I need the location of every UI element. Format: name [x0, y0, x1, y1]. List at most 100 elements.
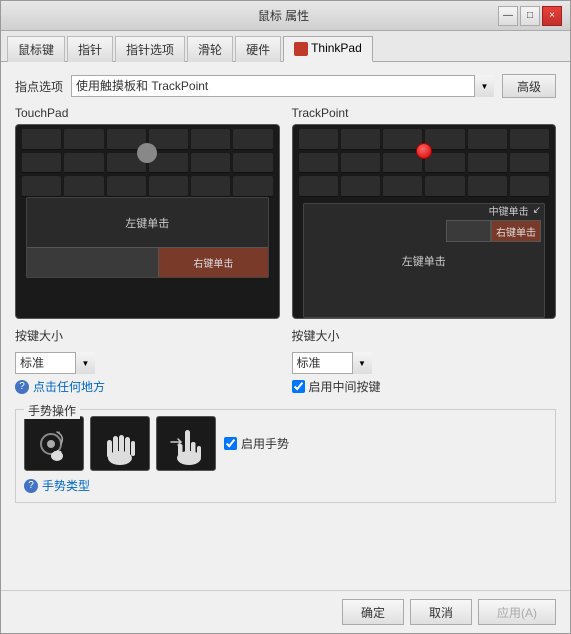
key [22, 176, 61, 197]
trackpoint-middle-area: 中键单击 ↙ 右键单击 [303, 197, 546, 252]
gesture-section-title: 手势操作 [24, 402, 80, 419]
key [299, 153, 338, 174]
enable-middle-checkbox[interactable] [292, 380, 305, 393]
touchpad-size-label: 按键大小 [15, 327, 63, 344]
trackpoint-size-label: 按键大小 [292, 327, 340, 344]
pointer-options-row: 指点选项 使用触摸板和 TrackPoint 仅使用触摸板 仅使用 TrackP… [15, 74, 556, 98]
middle-right-buttons: 中键单击 ↙ 右键单击 [446, 203, 541, 242]
apply-button[interactable]: 应用(A) [478, 599, 556, 625]
pointer-options-label: 指点选项 [15, 78, 63, 95]
enable-middle-label: 启用中间按键 [309, 378, 381, 395]
trackpoint-size-select[interactable]: 标准 大 特大 [292, 352, 372, 374]
minimize-button[interactable]: — [498, 6, 518, 26]
trackpoint-right-button[interactable]: 右键单击 [491, 220, 541, 242]
touchpad-size-select[interactable]: 标准 大 特大 [15, 352, 95, 374]
multi-gesture-svg [95, 420, 145, 468]
trackpoint-right-label: 右键单击 [496, 224, 536, 239]
key [468, 129, 507, 150]
trackpoint-middle-button[interactable] [446, 220, 491, 242]
touchpad-indicator [137, 143, 157, 163]
gesture-icons-row [24, 416, 216, 471]
trackpoint-keyboard [299, 129, 550, 197]
swipe-gesture-svg [161, 420, 211, 468]
middle-label-row: 中键单击 ↙ [489, 203, 541, 218]
title-controls: — □ × [498, 6, 562, 26]
advanced-button[interactable]: 高级 [502, 74, 556, 98]
trackpoint-middle-label: 中键单击 [489, 203, 529, 218]
gesture-icon-swipe [156, 416, 216, 471]
thinkpad-tab-icon [294, 42, 308, 56]
arrow-indicator: ↙ [533, 205, 541, 216]
title-bar: 鼠标 属性 — □ × [1, 1, 570, 31]
touchpad-panel: TouchPad [15, 106, 280, 395]
key [233, 129, 272, 150]
content-area: 指点选项 使用触摸板和 TrackPoint 仅使用触摸板 仅使用 TrackP… [1, 62, 570, 590]
touchpad-left-label: 左键单击 [125, 215, 169, 231]
tab-hardware[interactable]: 硬件 [235, 36, 281, 62]
tab-pointer-options[interactable]: 指针选项 [115, 36, 185, 62]
tab-bar: 鼠标键 指针 指针选项 滑轮 硬件 ThinkPad [1, 31, 570, 62]
touchpad-size-select-row: 标准 大 特大 ▼ [15, 352, 280, 374]
ok-button[interactable]: 确定 [342, 599, 404, 625]
touchpad-size-row: 按键大小 [15, 327, 280, 344]
key [341, 153, 380, 174]
key [233, 176, 272, 197]
trackpoint-size-row: 按键大小 [292, 327, 557, 344]
key [383, 176, 422, 197]
gesture-icon-rotate [24, 416, 84, 471]
trackpoint-size-dropdown: 标准 大 特大 ▼ [292, 352, 372, 374]
pointer-mode-select[interactable]: 使用触摸板和 TrackPoint 仅使用触摸板 仅使用 TrackPoint [71, 75, 494, 97]
key [191, 129, 230, 150]
touchpad-size-dropdown: 标准 大 特大 ▼ [15, 352, 95, 374]
touchpad-buttons: 右键单击 [27, 247, 268, 277]
tab-pointer[interactable]: 指针 [67, 36, 113, 62]
gesture-right-controls: 启用手势 [224, 435, 289, 452]
key [191, 176, 230, 197]
key [64, 129, 103, 150]
trackpoint-visual: 中键单击 ↙ 右键单击 [292, 124, 557, 319]
touchpad-hint-text[interactable]: 点击任何地方 [33, 378, 105, 395]
key [233, 153, 272, 174]
touchpad-button-area: 左键单击 右键单击 [26, 197, 269, 278]
gesture-type-label[interactable]: 手势类型 [42, 477, 90, 494]
panels-row: TouchPad [15, 106, 556, 395]
key [107, 176, 146, 197]
cancel-button[interactable]: 取消 [410, 599, 472, 625]
key [425, 129, 464, 150]
touchpad-keyboard [22, 129, 273, 197]
key [299, 176, 338, 197]
key [510, 129, 549, 150]
key [468, 153, 507, 174]
middle-right-btn-row: 右键单击 [446, 220, 541, 242]
key [22, 153, 61, 174]
close-button[interactable]: × [542, 6, 562, 26]
trackpoint-size-select-row: 标准 大 特大 ▼ [292, 352, 557, 374]
key [468, 176, 507, 197]
key [425, 153, 464, 174]
key [341, 176, 380, 197]
enable-gesture-row: 启用手势 [224, 435, 289, 452]
maximize-button[interactable]: □ [520, 6, 540, 26]
key [341, 129, 380, 150]
touchpad-right-button[interactable]: 右键单击 [159, 247, 267, 277]
touchpad-title: TouchPad [15, 106, 280, 120]
tab-thinkpad[interactable]: ThinkPad [283, 36, 373, 62]
key [299, 129, 338, 150]
touchpad-hint-row: ? 点击任何地方 [15, 378, 280, 395]
touchpad-left-button[interactable] [27, 247, 159, 277]
touchpad-right-label: 右键单击 [193, 255, 233, 270]
main-window: 鼠标 属性 — □ × 鼠标键 指针 指针选项 滑轮 硬件 ThinkPad [0, 0, 571, 634]
gesture-section: 手势操作 [15, 409, 556, 503]
tab-wheel[interactable]: 滑轮 [187, 36, 233, 62]
trackpoint-dot [416, 143, 432, 159]
enable-gesture-label: 启用手势 [241, 435, 289, 452]
key [149, 176, 188, 197]
key [64, 153, 103, 174]
trackpoint-panel: TrackPoint [292, 106, 557, 395]
touchpad-visual: 左键单击 右键单击 [15, 124, 280, 319]
rotate-gesture-svg [29, 420, 79, 468]
touchpad-main-area: 左键单击 [27, 198, 268, 247]
gesture-hint-icon: ? [24, 479, 38, 493]
tab-mouse-keys[interactable]: 鼠标键 [7, 36, 65, 62]
enable-gesture-checkbox[interactable] [224, 437, 237, 450]
